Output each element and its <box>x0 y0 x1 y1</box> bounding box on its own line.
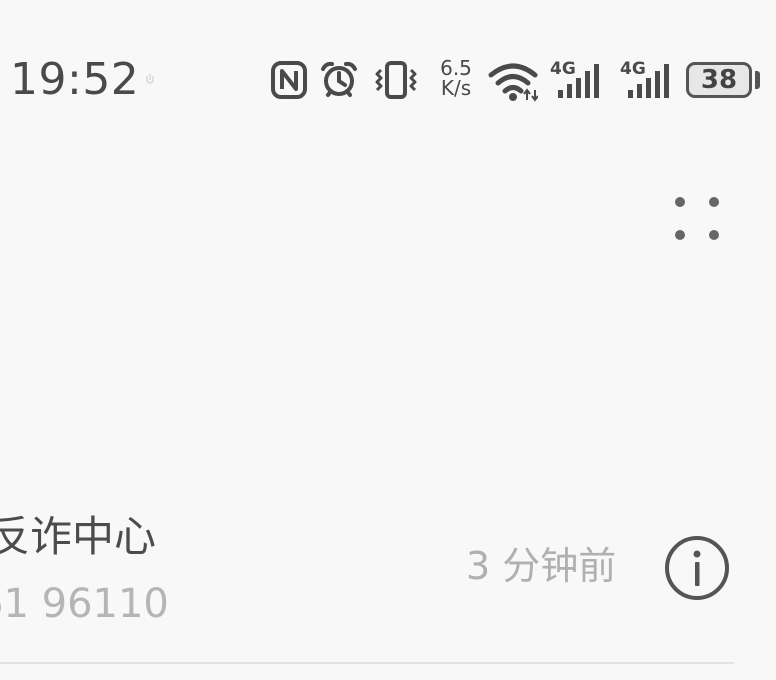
status-time: 19:52 <box>10 54 140 105</box>
battery-tip <box>755 71 760 89</box>
more-dots-icon[interactable] <box>662 184 732 254</box>
contact-number: 61 96110 <box>0 581 169 627</box>
vibrate-icon <box>375 61 417 99</box>
contact-name: 反诈中心 <box>0 512 157 561</box>
signal-4g-icon: 4G <box>618 60 676 102</box>
call-log-item[interactable]: 反诈中心 61 96110 3 分钟前 <box>0 500 776 664</box>
notification-dot-icon <box>146 74 154 84</box>
signal-4g-icon: 4G <box>548 60 606 102</box>
alarm-icon <box>321 61 357 97</box>
network-speed: 6.5 K/s <box>434 58 478 98</box>
nfc-icon <box>271 61 307 99</box>
dot <box>675 197 685 207</box>
dot <box>709 230 719 240</box>
list-divider <box>0 662 734 664</box>
dot <box>709 197 719 207</box>
dot <box>675 230 685 240</box>
status-bar: 19:52 6.5 K/s 4G 4G 38 <box>0 0 776 160</box>
wifi-icon <box>488 63 538 102</box>
network-speed-unit: K/s <box>440 76 472 100</box>
battery-icon: 38 <box>686 62 752 98</box>
info-icon[interactable] <box>664 535 730 601</box>
network-speed-value: 6.5 <box>440 56 472 80</box>
call-time: 3 分钟前 <box>466 544 617 588</box>
